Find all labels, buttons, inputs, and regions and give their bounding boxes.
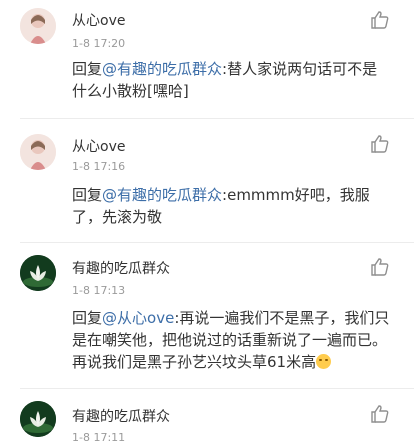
timestamp: 1-8 17:11: [72, 431, 126, 444]
reply-prefix: 回复: [72, 309, 103, 327]
divider: [20, 118, 414, 119]
username[interactable]: 有趣的吃瓜群众: [72, 258, 170, 278]
emoji-icon: [316, 354, 332, 369]
timestamp: 1-8 17:20: [72, 37, 126, 50]
divider: [20, 388, 414, 389]
thumbs-up-icon[interactable]: [370, 10, 390, 30]
thumbs-up-icon[interactable]: [370, 134, 390, 154]
timestamp: 1-8 17:16: [72, 160, 126, 173]
comment-text: 回复@有趣的吃瓜群众:emmmm好吧，我服了，先滚为敬: [72, 184, 392, 228]
username[interactable]: 从心ove: [72, 136, 125, 156]
avatar[interactable]: [20, 401, 56, 437]
avatar[interactable]: [20, 8, 56, 44]
divider: [20, 242, 414, 243]
comment-text: 回复@有趣的吃瓜群众:替人家说两句话可不是什么小散粉[嘿哈]: [72, 58, 392, 102]
avatar[interactable]: [20, 255, 56, 291]
thumbs-up-icon[interactable]: [370, 257, 390, 277]
mention-link[interactable]: @有趣的吃瓜群众: [102, 186, 222, 204]
mention-link[interactable]: @有趣的吃瓜群众: [102, 60, 222, 78]
username[interactable]: 有趣的吃瓜群众: [72, 406, 170, 426]
reply-prefix: 回复: [72, 60, 103, 78]
mention-link[interactable]: @从心ove: [102, 309, 174, 327]
reply-prefix: 回复: [72, 186, 103, 204]
username[interactable]: 从心ove: [72, 10, 125, 30]
avatar[interactable]: [20, 134, 56, 170]
thumbs-up-icon[interactable]: [370, 404, 390, 424]
timestamp: 1-8 17:13: [72, 284, 126, 297]
comment-text: 回复@从心ove:再说一遍我们不是黑子，我们只是在嘲笑他，把他说过的话重新说了一…: [72, 307, 392, 373]
